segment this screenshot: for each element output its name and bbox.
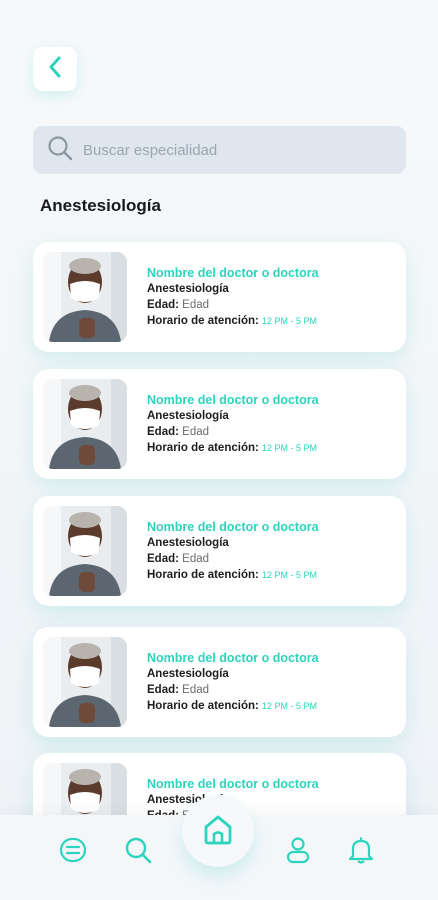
age-label: Edad: xyxy=(147,684,179,696)
list-icon[interactable] xyxy=(58,835,88,865)
doctor-hours: Horario de atención: 12 PM - 5 PM xyxy=(147,440,319,456)
home-icon xyxy=(202,813,234,850)
doctor-card[interactable]: Nombre del doctor o doctora Anestesiolog… xyxy=(33,369,406,479)
user-icon[interactable] xyxy=(283,835,313,865)
doctor-name: Nombre del doctor o doctora xyxy=(147,266,319,280)
doctor-age: Edad: Edad xyxy=(147,682,319,698)
hours-label: Horario de atención: xyxy=(147,315,259,327)
doctor-name: Nombre del doctor o doctora xyxy=(147,651,319,665)
hours-value: 12 PM - 5 PM xyxy=(262,443,318,453)
hours-value: 12 PM - 5 PM xyxy=(262,316,318,326)
hours-label: Horario de atención: xyxy=(147,442,259,454)
doctor-card[interactable]: Nombre del doctor o doctora Anestesiolog… xyxy=(33,242,406,352)
doctor-photo xyxy=(43,506,127,596)
doctor-photo xyxy=(43,637,127,727)
search-icon xyxy=(47,135,73,166)
doctor-age: Edad: Edad xyxy=(147,424,319,440)
search-bar[interactable]: Buscar especialidad xyxy=(33,126,406,174)
doctor-card[interactable]: Nombre del doctor o doctora Anestesiolog… xyxy=(33,627,406,737)
doctor-name: Nombre del doctor o doctora xyxy=(147,393,319,407)
chevron-left-icon xyxy=(48,56,62,83)
home-button[interactable] xyxy=(182,795,254,867)
age-label: Edad: xyxy=(147,299,179,311)
hours-value: 12 PM - 5 PM xyxy=(262,701,318,711)
doctor-specialty: Anestesiología xyxy=(147,410,229,422)
search-nav-icon[interactable] xyxy=(123,835,153,865)
doctor-specialty: Anestesiología xyxy=(147,537,229,549)
age-value: Edad xyxy=(182,684,210,696)
back-button[interactable] xyxy=(33,47,77,91)
section-title: Anestesiología xyxy=(40,196,161,215)
doctor-hours: Horario de atención: 12 PM - 5 PM xyxy=(147,313,319,329)
age-value: Edad xyxy=(182,426,210,438)
doctor-age: Edad: Edad xyxy=(147,551,319,567)
doctor-photo xyxy=(43,379,127,469)
doctor-photo xyxy=(43,252,127,342)
age-label: Edad: xyxy=(147,553,179,565)
age-value: Edad xyxy=(182,553,210,565)
age-value: Edad xyxy=(182,299,210,311)
age-label: Edad: xyxy=(147,426,179,438)
hours-label: Horario de atención: xyxy=(147,569,259,581)
doctor-name: Nombre del doctor o doctora xyxy=(147,777,319,791)
doctor-card[interactable]: Nombre del doctor o doctora Anestesiolog… xyxy=(33,496,406,606)
search-input[interactable]: Buscar especialidad xyxy=(83,142,217,159)
doctor-name: Nombre del doctor o doctora xyxy=(147,520,319,534)
doctor-age: Edad: Edad xyxy=(147,297,319,313)
doctor-hours: Horario de atención: 12 PM - 5 PM xyxy=(147,567,319,583)
bell-icon[interactable] xyxy=(346,835,376,865)
doctor-specialty: Anestesiología xyxy=(147,283,229,295)
hours-label: Horario de atención: xyxy=(147,700,259,712)
doctor-hours: Horario de atención: 12 PM - 5 PM xyxy=(147,698,319,714)
hours-value: 12 PM - 5 PM xyxy=(262,570,318,580)
doctor-specialty: Anestesiología xyxy=(147,668,229,680)
